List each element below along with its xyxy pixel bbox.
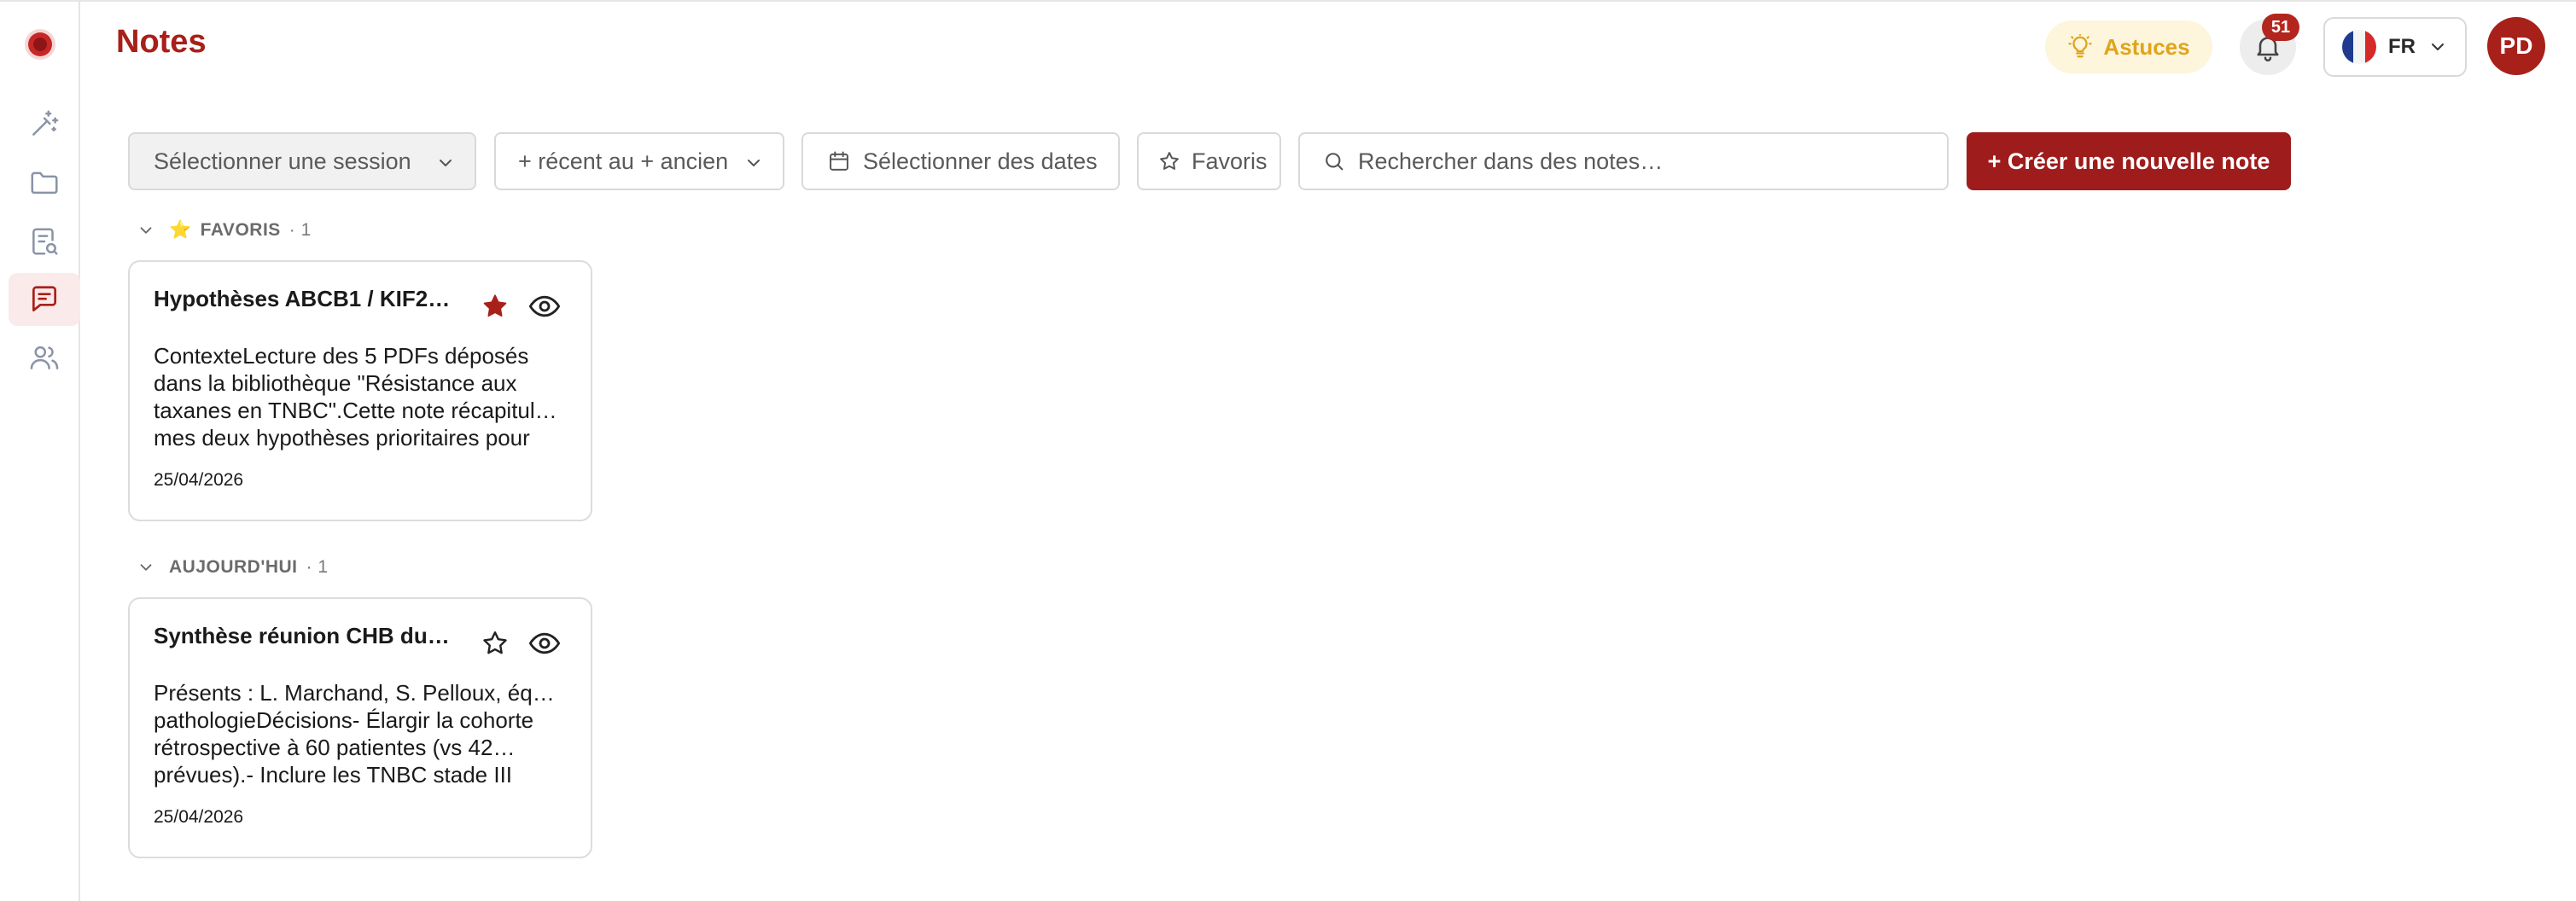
search-icon xyxy=(1326,153,1343,171)
section-header-favorites[interactable]: ⭐ FAVORIS · 1 xyxy=(137,220,312,241)
session-select-label: Sélectionner une session xyxy=(154,148,411,174)
section-count: · 1 xyxy=(306,557,329,577)
user-avatar[interactable]: PD xyxy=(2487,17,2545,75)
star-filled-icon xyxy=(483,294,507,317)
favorite-toggle[interactable] xyxy=(476,625,514,662)
create-note-button[interactable]: + Créer une nouvelle note xyxy=(1967,132,2291,190)
app-logo[interactable] xyxy=(23,27,57,61)
star-emoji-icon: ⭐ xyxy=(169,220,192,240)
search-field[interactable]: Rechercher dans des notes… xyxy=(1298,132,1949,190)
app-logo-icon xyxy=(25,29,55,60)
note-card[interactable]: Hypothèses ABCB1 / KIF20A … ContexteLect… xyxy=(128,260,592,521)
note-preview: Présents : L. Marchand, S. Pelloux, équi… xyxy=(154,679,567,788)
date-picker-label: Sélectionner des dates xyxy=(863,148,1098,174)
note-card[interactable]: Synthèse réunion CHB du… Présents : L. M… xyxy=(128,597,592,858)
sidebar-item-documents[interactable] xyxy=(9,215,80,268)
sidebar-item-users[interactable] xyxy=(9,331,80,384)
note-preview-line: prévues).- Inclure les TNBC stade III xyxy=(154,762,513,788)
note-preview-line: taxanes en TNBC".Cette note récapitule… xyxy=(154,398,567,423)
sidebar-item-folders[interactable] xyxy=(9,156,80,209)
note-preview-line: pathologieDécisions- Élargir la cohorte xyxy=(154,707,534,733)
note-preview-line: rétrospective à 60 patientes (vs 42… xyxy=(154,735,516,760)
magic-wand-icon xyxy=(32,110,59,136)
sort-select-label: + récent au + ancien xyxy=(518,148,729,174)
session-select[interactable]: Sélectionner une session xyxy=(128,132,476,190)
chevron-down-icon xyxy=(140,564,152,571)
tips-button[interactable]: Astuces xyxy=(2045,20,2212,73)
document-search-icon xyxy=(32,228,58,255)
users-icon xyxy=(30,346,59,369)
favorites-filter[interactable]: Favoris xyxy=(1137,132,1281,190)
note-preview-line: mes deux hypothèses prioritaires pour xyxy=(154,425,530,450)
language-label: FR xyxy=(2388,35,2416,58)
calendar-icon xyxy=(830,151,848,171)
star-outline-icon xyxy=(1160,152,1179,170)
note-preview: ContexteLecture des 5 PDFs déposés dans … xyxy=(154,342,567,451)
star-outline-icon xyxy=(483,631,507,654)
chevron-down-icon xyxy=(2432,44,2444,50)
section-count: · 1 xyxy=(288,220,312,240)
top-border xyxy=(0,0,2576,2)
section-header-today[interactable]: AUJOURD'HUI · 1 xyxy=(137,557,329,578)
note-date: 25/04/2026 xyxy=(154,470,244,490)
chevron-down-icon xyxy=(440,160,452,166)
note-date: 25/04/2026 xyxy=(154,807,244,827)
note-preview-line: Présents : L. Marchand, S. Pelloux, équi… xyxy=(154,680,567,706)
sidebar-item-notes[interactable] xyxy=(9,273,80,326)
chat-note-icon xyxy=(32,286,57,312)
date-picker[interactable]: Sélectionner des dates xyxy=(801,132,1120,190)
eye-icon xyxy=(528,295,561,317)
sidebar xyxy=(0,2,80,901)
view-note-button[interactable] xyxy=(524,625,565,662)
section-label: AUJOURD'HUI xyxy=(169,557,298,577)
note-preview-line: dans la bibliothèque "Résistance aux xyxy=(154,370,517,396)
france-flag-icon xyxy=(2342,30,2376,64)
folder-icon xyxy=(31,171,58,195)
search-input[interactable]: Rechercher dans des notes… xyxy=(1358,148,1663,175)
chevron-down-icon xyxy=(140,227,152,234)
note-title: Synthèse réunion CHB du… xyxy=(154,623,450,648)
notification-badge: 51 xyxy=(2262,14,2299,41)
favorite-toggle[interactable] xyxy=(476,288,514,325)
section-label: FAVORIS xyxy=(200,220,281,240)
note-title: Hypothèses ABCB1 / KIF20A … xyxy=(154,286,459,311)
language-selector[interactable]: FR xyxy=(2323,17,2467,77)
lightbulb-icon xyxy=(2068,34,2093,58)
favorites-filter-label: Favoris xyxy=(1192,148,1268,174)
view-note-button[interactable] xyxy=(524,288,565,325)
note-preview-line: ContexteLecture des 5 PDFs déposés xyxy=(154,343,529,369)
tips-label: Astuces xyxy=(2103,33,2190,60)
sidebar-item-tools[interactable] xyxy=(9,97,80,150)
sort-select[interactable]: + récent au + ancien xyxy=(494,132,784,190)
page-title: Notes xyxy=(116,24,207,60)
eye-icon xyxy=(528,632,561,654)
chevron-down-icon xyxy=(748,160,760,166)
